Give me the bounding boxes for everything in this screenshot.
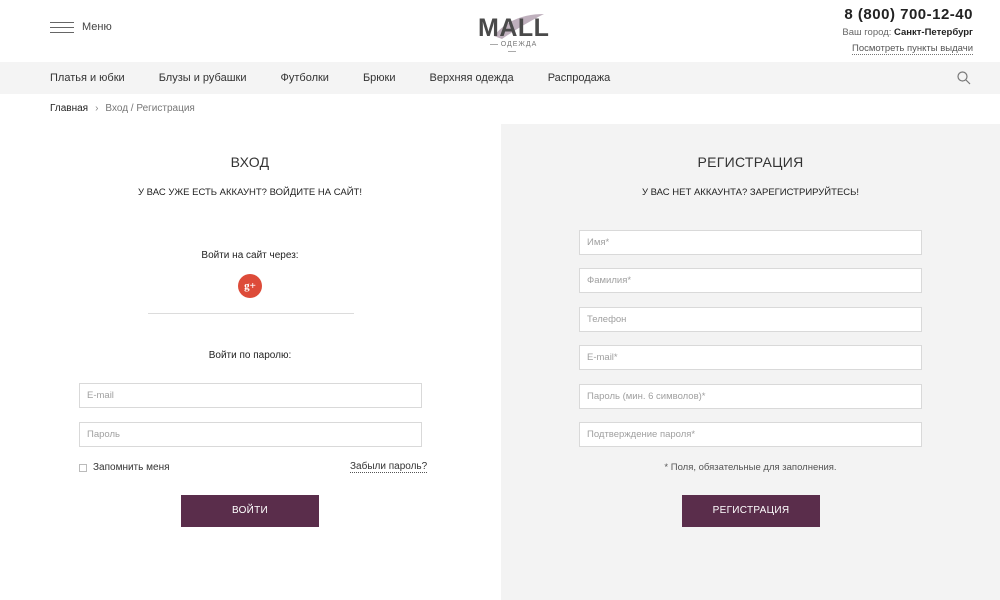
- forgot-password-link[interactable]: Забыли пароль?: [350, 461, 428, 473]
- register-firstname-field[interactable]: [579, 230, 922, 255]
- header-contacts: 8 (800) 700-12-40 Ваш город: Санкт-Петер…: [842, 6, 973, 56]
- google-plus-icon[interactable]: g+: [238, 274, 262, 298]
- login-email-field[interactable]: [79, 383, 422, 408]
- pickup-points-link[interactable]: Посмотреть пункты выдачи: [852, 43, 973, 55]
- search-icon[interactable]: [956, 70, 972, 86]
- city-selector[interactable]: Ваш город: Санкт-Петербург: [842, 27, 973, 38]
- register-password-confirm-field[interactable]: [579, 422, 922, 447]
- site-header: Меню MALL ОДЕЖДА 8 (800) 700-12-40 Ваш г…: [0, 0, 1000, 62]
- menu-button[interactable]: Меню: [50, 20, 112, 34]
- remember-label: Запомнить меня: [93, 462, 170, 473]
- nav-item-trousers[interactable]: Брюки: [363, 72, 396, 84]
- login-password-input[interactable]: [87, 423, 421, 446]
- nav-item-blouses[interactable]: Блузы и рубашки: [159, 72, 247, 84]
- register-password-field[interactable]: [579, 384, 922, 409]
- register-phone-input[interactable]: [587, 308, 921, 331]
- nav-item-dresses[interactable]: Платья и юбки: [50, 72, 125, 84]
- chevron-right-icon: ›: [95, 103, 99, 114]
- register-lastname-input[interactable]: [587, 269, 921, 292]
- hamburger-icon: [50, 20, 74, 34]
- logo-subtitle: ОДЕЖДА: [484, 41, 540, 55]
- login-divider: [148, 313, 354, 314]
- register-email-input[interactable]: [587, 346, 921, 369]
- login-email-input[interactable]: [87, 384, 421, 407]
- nav-item-tshirts[interactable]: Футболки: [281, 72, 329, 84]
- remember-checkbox[interactable]: [79, 463, 87, 472]
- main-nav: Платья и юбки Блузы и рубашки Футболки Б…: [0, 62, 1000, 94]
- password-login-label: Войти по паролю:: [208, 350, 292, 361]
- nav-item-outerwear[interactable]: Верхняя одежда: [430, 72, 514, 84]
- login-button[interactable]: ВОЙТИ: [181, 495, 319, 527]
- menu-label: Меню: [82, 21, 112, 33]
- breadcrumb-current: Вход / Регистрация: [105, 103, 195, 114]
- required-fields-note: * Поля, обязательные для заполнения.: [664, 462, 837, 473]
- city-label: Ваш город:: [842, 27, 892, 38]
- site-logo[interactable]: MALL ОДЕЖДА: [470, 8, 550, 54]
- register-password-confirm-input[interactable]: [587, 423, 921, 446]
- register-button[interactable]: РЕГИСТРАЦИЯ: [682, 495, 820, 527]
- breadcrumb: Главная › Вход / Регистрация: [50, 103, 195, 114]
- login-subtitle: У ВАС УЖЕ ЕСТЬ АККАУНТ? ВОЙДИТЕ НА САЙТ!: [138, 187, 362, 198]
- login-password-field[interactable]: [79, 422, 422, 447]
- city-value[interactable]: Санкт-Петербург: [894, 27, 973, 38]
- register-password-input[interactable]: [587, 385, 921, 408]
- remember-me[interactable]: Запомнить меня: [79, 462, 170, 473]
- logo-text: MALL: [478, 14, 550, 42]
- nav-item-sale[interactable]: Распродажа: [548, 72, 611, 84]
- register-email-field[interactable]: [579, 345, 922, 370]
- nav-items: Платья и юбки Блузы и рубашки Футболки Б…: [50, 62, 644, 94]
- social-login-label: Войти на сайт через:: [201, 250, 299, 261]
- register-subtitle: У ВАС НЕТ АККАУНТА? ЗАРЕГИСТРИРУЙТЕСЬ!: [641, 187, 860, 198]
- register-phone-field[interactable]: [579, 307, 922, 332]
- register-lastname-field[interactable]: [579, 268, 922, 293]
- register-firstname-input[interactable]: [587, 231, 921, 254]
- phone-number[interactable]: 8 (800) 700-12-40: [842, 6, 973, 23]
- breadcrumb-home[interactable]: Главная: [50, 103, 88, 114]
- login-title: ВХОД: [230, 154, 270, 170]
- register-title: РЕГИСТРАЦИЯ: [697, 154, 804, 170]
